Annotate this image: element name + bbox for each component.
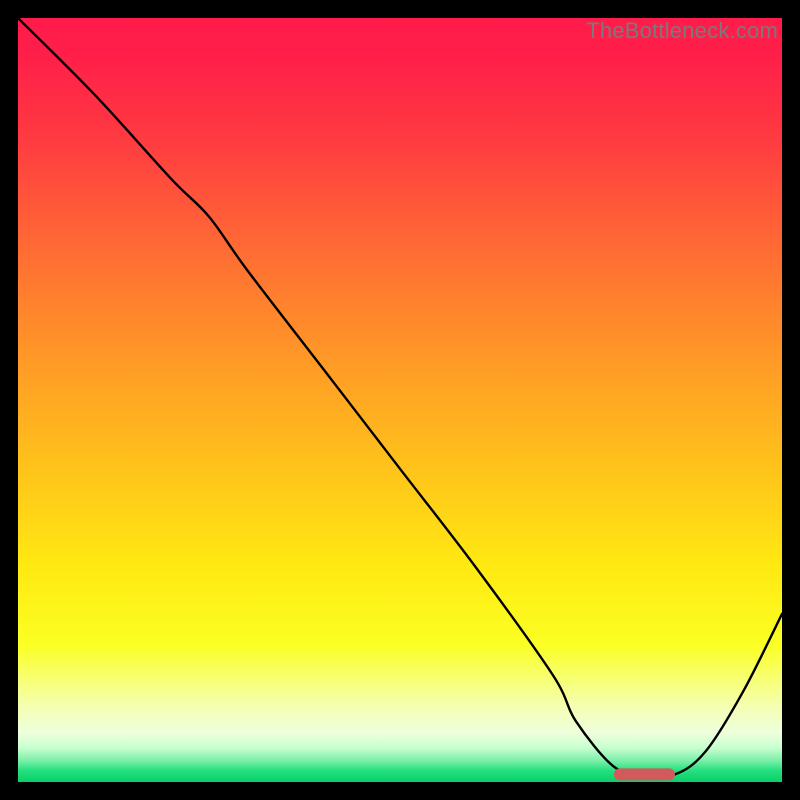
chart-frame: TheBottleneck.com	[18, 18, 782, 782]
optimal-range-marker	[614, 768, 675, 780]
gradient-background	[18, 18, 782, 782]
watermark-text: TheBottleneck.com	[586, 18, 778, 44]
bottleneck-chart	[18, 18, 782, 782]
